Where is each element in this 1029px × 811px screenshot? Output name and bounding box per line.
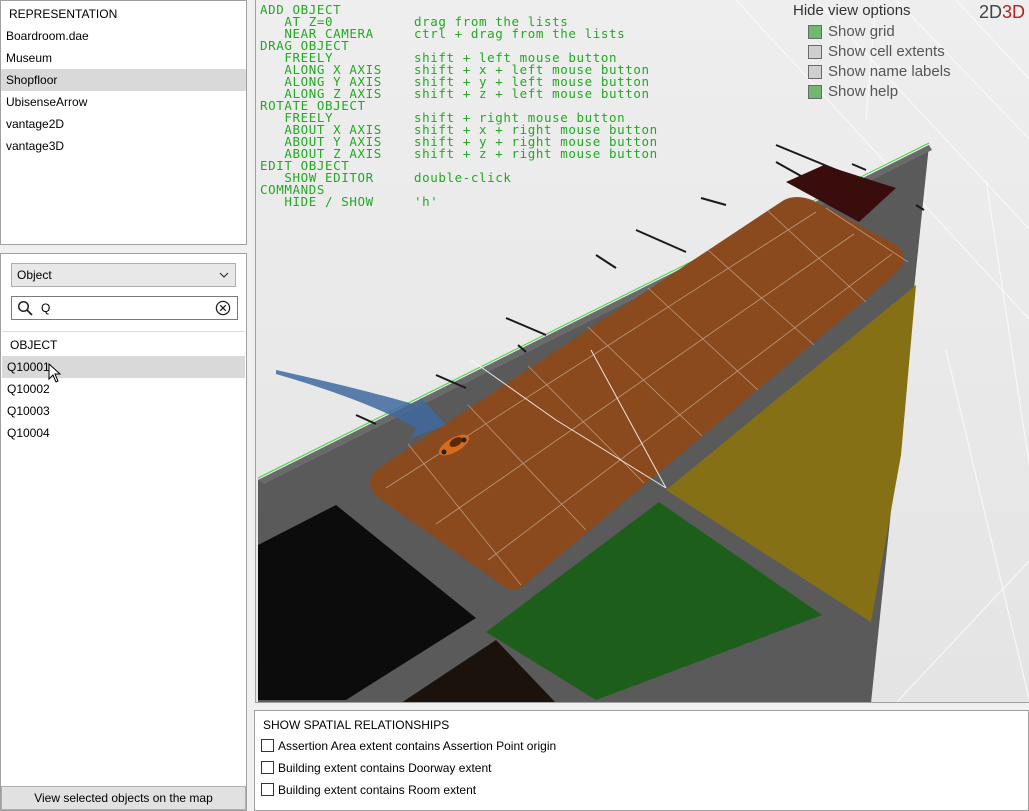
representation-item[interactable]: Boardroom.dae [1,25,246,47]
option-label: Show grid [828,23,895,40]
view-selected-objects-button[interactable]: View selected objects on the map [1,786,246,810]
relationship-option[interactable]: Building extent contains Doorway extent [261,759,491,777]
checkbox-unchecked[interactable] [261,783,274,796]
help-shortcut: shift + z + left mouse button [414,86,650,101]
object-list-header: OBJECT [10,338,58,352]
representation-panel: REPRESENTATION Boardroom.dae Museum Shop… [0,0,247,245]
relationship-label: Building extent contains Doorway extent [278,761,492,775]
mouse-cursor-icon [48,363,62,383]
option-label: Show cell extents [828,43,945,60]
map-viewport-3d[interactable]: ADD OBJECT AT Z=0 drag from the lists NEA… [255,0,1029,703]
representation-item-selected[interactable]: Shopfloor [1,69,246,91]
checkbox-checked[interactable] [808,25,822,39]
relationship-label: Assertion Area extent contains Assertion… [278,739,557,753]
checkbox-checked[interactable] [808,85,822,99]
option-show-cell-extents[interactable]: Show cell extents [793,42,951,62]
relationship-option[interactable]: Building extent contains Room extent [261,781,476,799]
hide-view-options-link[interactable]: Hide view options [793,2,951,22]
mode-3d-button[interactable]: 3D [1002,2,1025,22]
view-options-panel: Hide view options Show grid Show cell ex… [793,2,951,102]
object-list: OBJECT Q10001 Q10002 Q10003 Q10004 [2,331,245,782]
checkbox-unchecked[interactable] [808,45,822,59]
object-panel: Object Q OBJECT Q10001 Q10002 Q10003 Q10… [0,253,247,811]
representation-header: REPRESENTATION [9,7,118,21]
option-show-grid[interactable]: Show grid [793,22,951,42]
chevron-down-icon [219,264,229,295]
object-item-selected[interactable]: Q10001 [2,356,245,378]
representation-item[interactable]: vantage3D [1,135,246,157]
help-shortcut: shift + z + right mouse button [414,146,658,161]
help-shortcut: 'h' [414,194,439,209]
object-item[interactable]: Q10003 [2,400,245,422]
representation-list: Boardroom.dae Museum Shopfloor UbisenseA… [1,25,246,157]
checkbox-unchecked[interactable] [808,65,822,79]
checkbox-unchecked[interactable] [261,761,274,774]
object-item[interactable]: Q10002 [2,378,245,400]
help-shortcut: double-click [414,170,512,185]
option-label: Show name labels [828,63,951,80]
help-overlay: ADD OBJECT AT Z=0 drag from the lists NEA… [260,3,658,209]
relationship-option[interactable]: Assertion Area extent contains Assertion… [261,737,556,755]
object-type-select[interactable]: Object [11,263,236,287]
search-value: Q [41,301,51,315]
representation-item[interactable]: vantage2D [1,113,246,135]
help-action: HIDE / SHOW [260,194,374,209]
object-search-input[interactable]: Q [11,296,238,320]
clear-search-icon[interactable] [215,300,231,316]
object-type-value: Object [17,268,52,282]
spatial-relationships-title: SHOW SPATIAL RELATIONSHIPS [263,718,450,732]
option-show-help[interactable]: Show help [793,82,951,102]
spatial-relationships-panel: SHOW SPATIAL RELATIONSHIPS Assertion Are… [254,710,1029,811]
option-show-name-labels[interactable]: Show name labels [793,62,951,82]
view-mode-toggle: 2D3D [979,2,1025,23]
relationship-label: Building extent contains Room extent [278,783,477,797]
representation-item[interactable]: UbisenseArrow [1,91,246,113]
checkbox-unchecked[interactable] [261,739,274,752]
representation-item[interactable]: Museum [1,47,246,69]
object-item[interactable]: Q10004 [2,422,245,444]
mode-2d-button[interactable]: 2D [979,2,1002,22]
option-label: Show help [828,83,899,100]
search-icon [17,300,33,316]
help-shortcut: ctrl + drag from the lists [414,26,626,41]
help-row: HIDE / SHOW 'h' [260,194,658,209]
